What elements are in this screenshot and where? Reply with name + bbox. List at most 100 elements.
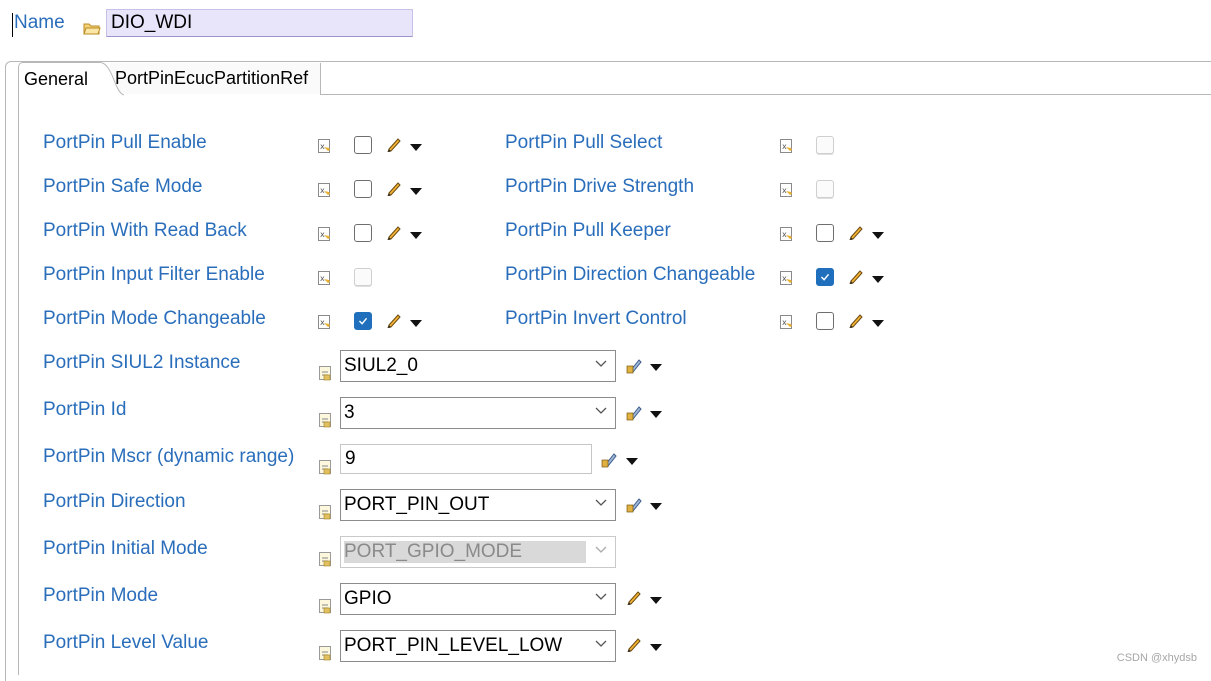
portpin-pull-enable-label: PortPin Pull Enable <box>43 132 207 153</box>
portpin-mode-combo[interactable]: GPIO <box>340 583 616 615</box>
checkmark-icon <box>820 273 830 281</box>
tab-edge <box>96 62 124 96</box>
folder-icon <box>83 23 101 35</box>
name-field[interactable]: DIO_WDI <box>106 9 413 37</box>
portpin-safe-mode-label: PortPin Safe Mode <box>43 176 203 197</box>
portpin-mode-value: GPIO <box>344 588 392 609</box>
portpin-mode-changeable-dropdown-arrow[interactable] <box>410 320 422 327</box>
portpin-with-read-back-label: PortPin With Read Back <box>43 220 247 241</box>
portpin-pull-select-checkbox <box>816 136 834 154</box>
name-label: Name <box>14 12 65 33</box>
portpin-direction-dropdown-arrow[interactable] <box>650 503 662 510</box>
portpin-mscr-dynamic-range-dropdown-arrow[interactable] <box>626 458 638 465</box>
portpin-direction-changeable-pencil-icon[interactable] <box>848 268 864 284</box>
portpin-invert-control-label: PortPin Invert Control <box>505 308 687 329</box>
svg-text:x: x <box>320 230 325 239</box>
chevron-down-icon <box>595 360 607 367</box>
portpin-id-doc-icon <box>319 413 331 428</box>
portpin-level-value-label: PortPin Level Value <box>43 632 209 653</box>
portpin-pull-select-xpath-icon: x <box>780 139 792 153</box>
portpin-with-read-back-pencil-icon[interactable] <box>386 224 402 240</box>
portpin-initial-mode-combo: PORT_GPIO_MODE <box>340 536 616 568</box>
portpin-invert-control-pencil-icon[interactable] <box>848 312 864 328</box>
portpin-mode-changeable-checkbox[interactable] <box>354 312 372 330</box>
portpin-id-combo[interactable]: 3 <box>340 397 616 429</box>
portpin-id-dropdown-arrow[interactable] <box>650 411 662 418</box>
portpin-input-filter-enable-label: PortPin Input Filter Enable <box>43 264 265 285</box>
portpin-mode-label: PortPin Mode <box>43 585 159 606</box>
portpin-siul2-instance-doc-icon <box>319 366 331 381</box>
portpin-mode-dropdown-arrow[interactable] <box>650 597 662 604</box>
portpin-input-filter-enable-xpath-icon: x <box>318 271 330 285</box>
portpin-id-lock-pencil-icon[interactable] <box>626 403 644 421</box>
portpin-mode-doc-icon <box>319 599 331 614</box>
portpin-drive-strength-xpath-icon: x <box>780 183 792 197</box>
portpin-pull-enable-dropdown-arrow[interactable] <box>410 144 422 151</box>
svg-text:x: x <box>320 274 325 283</box>
portpin-level-value-doc-icon <box>319 646 331 661</box>
portpin-pull-enable-checkbox[interactable] <box>354 136 372 154</box>
svg-text:x: x <box>782 186 787 195</box>
portpin-safe-mode-checkbox[interactable] <box>354 180 372 198</box>
portpin-direction-changeable-dropdown-arrow[interactable] <box>872 276 884 283</box>
checkmark-icon <box>358 317 368 325</box>
chevron-down-icon <box>595 546 607 553</box>
portpin-mscr-dynamic-range-doc-icon <box>319 460 331 475</box>
portpin-drive-strength-checkbox <box>816 180 834 198</box>
tab-portpin-ecuc-partition-ref[interactable]: PortPinEcucPartitionRef <box>110 63 321 94</box>
portpin-with-read-back-xpath-icon: x <box>318 227 330 241</box>
portpin-pull-keeper-xpath-icon: x <box>780 227 792 241</box>
portpin-siul2-instance-combo[interactable]: SIUL2_0 <box>340 350 616 382</box>
portpin-pull-keeper-dropdown-arrow[interactable] <box>872 232 884 239</box>
svg-text:x: x <box>782 142 787 151</box>
portpin-pull-keeper-checkbox[interactable] <box>816 224 834 242</box>
portpin-direction-changeable-label: PortPin Direction Changeable <box>505 264 756 285</box>
portpin-mode-changeable-label: PortPin Mode Changeable <box>43 308 266 329</box>
svg-text:x: x <box>320 318 325 327</box>
content-border <box>18 95 19 675</box>
portpin-initial-mode-doc-icon <box>319 552 331 567</box>
portpin-siul2-instance-value: SIUL2_0 <box>344 355 418 376</box>
portpin-pull-select-label: PortPin Pull Select <box>505 132 663 153</box>
portpin-pull-enable-xpath-icon: x <box>318 139 330 153</box>
portpin-mscr-dynamic-range-field[interactable]: 9 <box>340 444 592 474</box>
portpin-level-value-pencil-icon[interactable] <box>626 636 642 652</box>
text-cursor <box>12 13 13 37</box>
portpin-pull-enable-pencil-icon[interactable] <box>386 136 402 152</box>
portpin-invert-control-dropdown-arrow[interactable] <box>872 320 884 327</box>
tab-divider <box>320 94 1211 95</box>
portpin-pull-keeper-pencil-icon[interactable] <box>848 224 864 240</box>
portpin-safe-mode-dropdown-arrow[interactable] <box>410 188 422 195</box>
portpin-safe-mode-pencil-icon[interactable] <box>386 180 402 196</box>
portpin-id-label: PortPin Id <box>43 399 127 420</box>
chevron-down-icon <box>595 407 607 414</box>
portpin-mscr-dynamic-range-lock-pencil-icon[interactable] <box>601 450 619 468</box>
portpin-with-read-back-checkbox[interactable] <box>354 224 372 242</box>
portpin-siul2-instance-label: PortPin SIUL2 Instance <box>43 352 241 373</box>
portpin-pull-keeper-label: PortPin Pull Keeper <box>505 220 671 241</box>
watermark: CSDN @xhydsb <box>1116 652 1197 664</box>
portpin-direction-value: PORT_PIN_OUT <box>344 494 490 515</box>
portpin-direction-label: PortPin Direction <box>43 491 186 512</box>
portpin-id-value: 3 <box>344 402 355 423</box>
tab-general[interactable]: General <box>18 62 98 95</box>
portpin-drive-strength-label: PortPin Drive Strength <box>505 176 695 197</box>
portpin-invert-control-checkbox[interactable] <box>816 312 834 330</box>
portpin-mode-pencil-icon[interactable] <box>626 589 642 605</box>
portpin-direction-combo[interactable]: PORT_PIN_OUT <box>340 489 616 521</box>
portpin-level-value-combo[interactable]: PORT_PIN_LEVEL_LOW <box>340 630 616 662</box>
svg-text:x: x <box>782 274 787 283</box>
svg-text:x: x <box>782 318 787 327</box>
portpin-level-value-value: PORT_PIN_LEVEL_LOW <box>344 635 563 656</box>
portpin-direction-lock-pencil-icon[interactable] <box>626 495 644 513</box>
portpin-level-value-dropdown-arrow[interactable] <box>650 644 662 651</box>
chevron-down-icon <box>595 499 607 506</box>
portpin-mode-changeable-pencil-icon[interactable] <box>386 312 402 328</box>
portpin-siul2-instance-dropdown-arrow[interactable] <box>650 364 662 371</box>
portpin-siul2-instance-lock-pencil-icon[interactable] <box>626 356 644 374</box>
portpin-with-read-back-dropdown-arrow[interactable] <box>410 232 422 239</box>
portpin-mode-changeable-xpath-icon: x <box>318 315 330 329</box>
portpin-invert-control-xpath-icon: x <box>780 315 792 329</box>
chevron-down-icon <box>595 593 607 600</box>
portpin-direction-changeable-checkbox[interactable] <box>816 268 834 286</box>
